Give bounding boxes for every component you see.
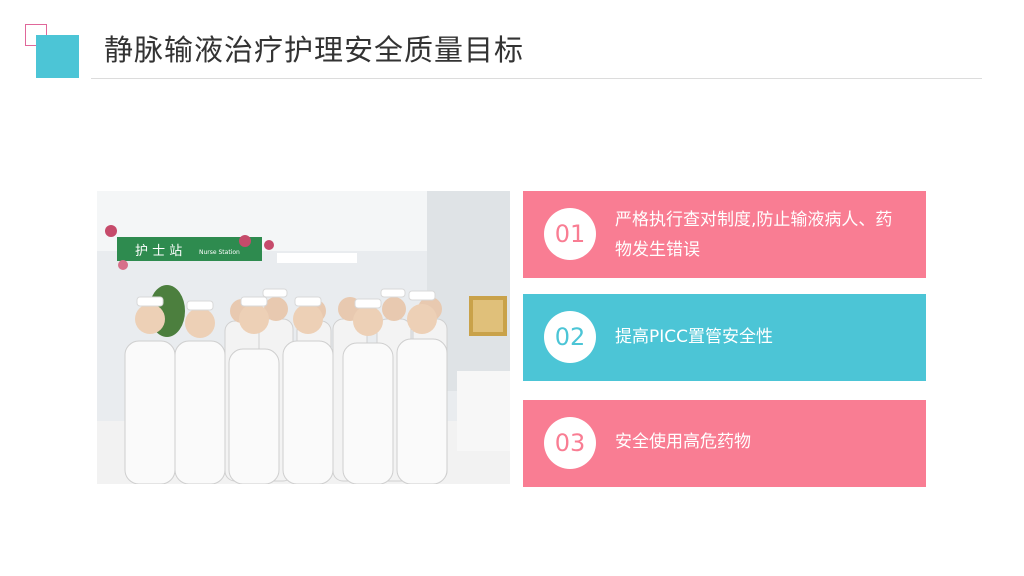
goal-text: 安全使用高危药物: [615, 432, 751, 452]
slide: 静脉输液治疗护理安全质量目标 护 士 站 Nurse Station 01 严格…: [0, 0, 1024, 576]
goal-number-badge: 02: [544, 311, 596, 363]
goal-text: 提高PICC置管安全性: [615, 327, 774, 347]
goal-number-badge: 01: [544, 208, 596, 260]
goal-number-badge: 03: [544, 417, 596, 469]
sign-subtext: Nurse Station: [199, 249, 240, 256]
title-divider: [91, 78, 982, 79]
sign-text: 护 士 站: [135, 244, 182, 259]
decorative-square-fill: [36, 35, 79, 78]
goal-item-3: 03 安全使用高危药物: [523, 400, 926, 487]
goal-item-2: 02 提高PICC置管安全性: [523, 294, 926, 381]
nurses-photo: 护 士 站 Nurse Station: [97, 191, 510, 484]
page-title: 静脉输液治疗护理安全质量目标: [104, 33, 525, 67]
goal-text: 严格执行查对制度,防止输液病人、药物发生错误: [615, 210, 893, 260]
goal-item-1: 01 严格执行查对制度,防止输液病人、药物发生错误: [523, 191, 926, 278]
